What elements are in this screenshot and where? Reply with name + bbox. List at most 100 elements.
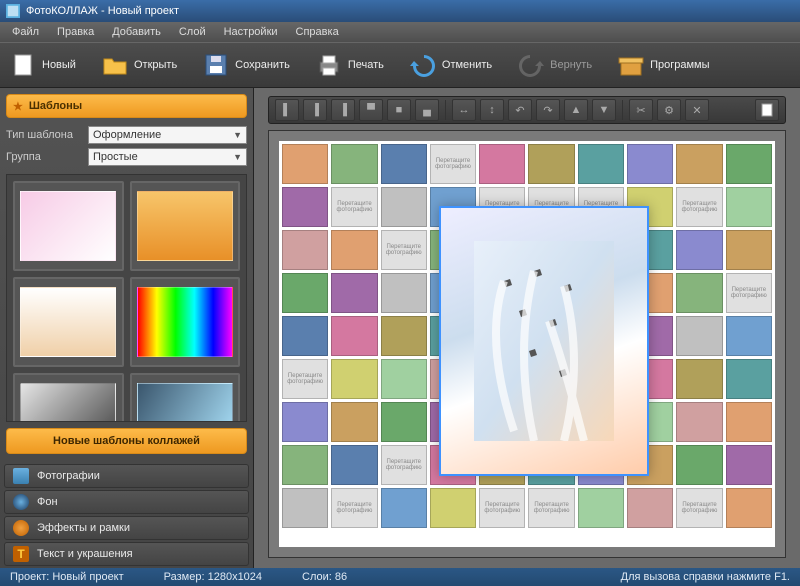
new-button[interactable]: Новый bbox=[10, 52, 76, 78]
placeholder-cell[interactable]: Перетащитефотографию bbox=[528, 488, 574, 528]
photo-cell[interactable] bbox=[627, 488, 673, 528]
placeholder-cell[interactable]: Перетащитефотографию bbox=[726, 273, 772, 313]
photo-cell[interactable] bbox=[726, 316, 772, 356]
placeholder-cell[interactable]: Перетащитефотографию bbox=[381, 445, 427, 485]
photo-cell[interactable] bbox=[381, 359, 427, 399]
tab-text[interactable]: T Текст и украшения bbox=[4, 542, 249, 566]
save-button[interactable]: Сохранить bbox=[203, 52, 290, 78]
new-templates-button[interactable]: Новые шаблоны коллажей bbox=[6, 428, 247, 454]
group-select[interactable]: Простые ▼ bbox=[88, 148, 247, 166]
photo-cell[interactable] bbox=[282, 187, 328, 227]
photo-cell[interactable] bbox=[282, 488, 328, 528]
photo-cell[interactable] bbox=[331, 402, 377, 442]
tab-background[interactable]: Фон bbox=[4, 490, 249, 514]
align-middle-button[interactable]: ■ bbox=[387, 99, 411, 121]
menu-item-слой[interactable]: Слой bbox=[171, 24, 214, 40]
photo-cell[interactable] bbox=[381, 316, 427, 356]
photo-cell[interactable] bbox=[528, 144, 574, 184]
photo-cell[interactable] bbox=[676, 316, 722, 356]
photo-cell[interactable] bbox=[331, 273, 377, 313]
photo-cell[interactable] bbox=[676, 402, 722, 442]
open-button[interactable]: Открыть bbox=[102, 52, 177, 78]
placeholder-cell[interactable]: Перетащитефотографию bbox=[479, 488, 525, 528]
selected-photo-overlay[interactable] bbox=[439, 206, 649, 476]
photo-cell[interactable] bbox=[676, 273, 722, 313]
photo-cell[interactable] bbox=[381, 144, 427, 184]
photo-cell[interactable] bbox=[726, 402, 772, 442]
programs-button[interactable]: Программы bbox=[618, 52, 709, 78]
photo-cell[interactable] bbox=[726, 359, 772, 399]
photo-cell[interactable] bbox=[381, 187, 427, 227]
align-top-button[interactable]: ▀ bbox=[359, 99, 383, 121]
align-bottom-button[interactable]: ▄ bbox=[415, 99, 439, 121]
placeholder-cell[interactable]: Перетащитефотографию bbox=[430, 144, 476, 184]
photo-cell[interactable] bbox=[381, 488, 427, 528]
canvas-viewport[interactable]: ПеретащитефотографиюПеретащитефотографию… bbox=[268, 130, 786, 558]
photo-cell[interactable] bbox=[627, 144, 673, 184]
flip-h-button[interactable]: ↔ bbox=[452, 99, 476, 121]
photo-cell[interactable] bbox=[331, 316, 377, 356]
undo-button[interactable]: Отменить bbox=[410, 52, 492, 78]
photo-cell[interactable] bbox=[331, 230, 377, 270]
photo-cell[interactable] bbox=[331, 359, 377, 399]
menu-item-настройки[interactable]: Настройки bbox=[216, 24, 286, 40]
placeholder-cell[interactable]: Перетащитефотографию bbox=[676, 488, 722, 528]
photo-cell[interactable] bbox=[430, 488, 476, 528]
photo-cell[interactable] bbox=[479, 144, 525, 184]
photo-cell[interactable] bbox=[331, 144, 377, 184]
new-page-button[interactable] bbox=[755, 99, 779, 121]
rotate-left-button[interactable]: ↶ bbox=[508, 99, 532, 121]
template-thumb[interactable] bbox=[130, 181, 241, 271]
placeholder-cell[interactable]: Перетащитефотографию bbox=[331, 488, 377, 528]
menu-item-правка[interactable]: Правка bbox=[49, 24, 102, 40]
menu-item-файл[interactable]: Файл bbox=[4, 24, 47, 40]
photo-cell[interactable] bbox=[676, 230, 722, 270]
print-button[interactable]: Печать bbox=[316, 52, 384, 78]
photo-cell[interactable] bbox=[726, 445, 772, 485]
photo-cell[interactable] bbox=[282, 445, 328, 485]
placeholder-cell[interactable]: Перетащитефотографию bbox=[676, 187, 722, 227]
flip-v-button[interactable]: ↕ bbox=[480, 99, 504, 121]
photo-cell[interactable] bbox=[676, 144, 722, 184]
photo-cell[interactable] bbox=[578, 488, 624, 528]
photo-cell[interactable] bbox=[282, 316, 328, 356]
photo-cell[interactable] bbox=[676, 359, 722, 399]
photo-cell[interactable] bbox=[726, 187, 772, 227]
placeholder-cell[interactable]: Перетащитефотографию bbox=[381, 230, 427, 270]
templates-header[interactable]: ★ Шаблоны bbox=[6, 94, 247, 118]
align-center-button[interactable]: ▐ bbox=[303, 99, 327, 121]
templates-grid[interactable] bbox=[6, 174, 247, 422]
menu-item-добавить[interactable]: Добавить bbox=[104, 24, 169, 40]
photo-cell[interactable] bbox=[282, 402, 328, 442]
crop-button[interactable]: ✂ bbox=[629, 99, 653, 121]
template-thumb[interactable] bbox=[13, 373, 124, 422]
placeholder-cell[interactable]: Перетащитефотографию bbox=[282, 359, 328, 399]
photo-cell[interactable] bbox=[282, 230, 328, 270]
redo-button[interactable]: Вернуть bbox=[518, 52, 592, 78]
photo-cell[interactable] bbox=[331, 445, 377, 485]
template-thumb[interactable] bbox=[13, 181, 124, 271]
menu-item-справка[interactable]: Справка bbox=[288, 24, 347, 40]
photo-cell[interactable] bbox=[381, 273, 427, 313]
rotate-right-button[interactable]: ↷ bbox=[536, 99, 560, 121]
template-thumb[interactable] bbox=[130, 373, 241, 422]
placeholder-cell[interactable]: Перетащитефотографию bbox=[331, 187, 377, 227]
bring-front-button[interactable]: ▲ bbox=[564, 99, 588, 121]
align-right-button[interactable]: ▐ bbox=[331, 99, 355, 121]
photo-cell[interactable] bbox=[282, 144, 328, 184]
template-type-select[interactable]: Оформление ▼ bbox=[88, 126, 247, 144]
photo-cell[interactable] bbox=[282, 273, 328, 313]
photo-cell[interactable] bbox=[726, 488, 772, 528]
template-thumb[interactable] bbox=[130, 277, 241, 367]
settings-button[interactable]: ⚙ bbox=[657, 99, 681, 121]
photo-cell[interactable] bbox=[578, 144, 624, 184]
delete-button[interactable]: ✕ bbox=[685, 99, 709, 121]
photo-cell[interactable] bbox=[726, 144, 772, 184]
photo-cell[interactable] bbox=[381, 402, 427, 442]
template-thumb[interactable] bbox=[13, 277, 124, 367]
send-back-button[interactable]: ▼ bbox=[592, 99, 616, 121]
photo-cell[interactable] bbox=[676, 445, 722, 485]
tab-photos[interactable]: Фотографии bbox=[4, 464, 249, 488]
tab-effects[interactable]: Эффекты и рамки bbox=[4, 516, 249, 540]
photo-cell[interactable] bbox=[726, 230, 772, 270]
